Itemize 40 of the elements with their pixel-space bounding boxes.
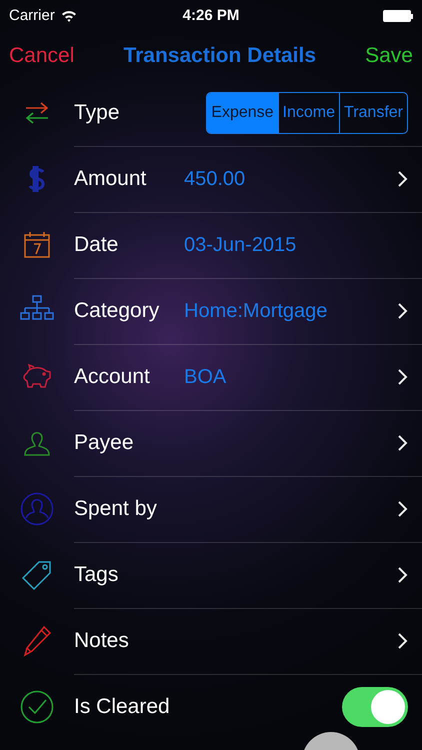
chevron-icon[interactable]: [398, 303, 408, 319]
field-value: BOA: [184, 365, 226, 390]
person-icon: [23, 429, 51, 457]
field-label: Type: [74, 100, 121, 126]
segment-tab[interactable]: Expense: [207, 93, 278, 133]
calendar-icon: [23, 231, 51, 259]
tag-icon: [21, 559, 53, 591]
chevron-icon[interactable]: [398, 435, 408, 451]
field-label: Payee: [74, 430, 135, 456]
field-value: 450.00: [184, 167, 246, 192]
person-circle-icon: [20, 492, 54, 526]
toggle-switch[interactable]: [342, 687, 408, 727]
field-value: 03-Jun-2015: [184, 233, 296, 258]
field-value: Home:Mortgage: [184, 299, 328, 324]
field-label: Spent by: [74, 496, 158, 522]
field-label: Account: [74, 364, 151, 390]
chevron-icon[interactable]: [398, 501, 408, 517]
field-label: Date: [74, 232, 120, 258]
field-label: Amount: [74, 166, 148, 192]
chevron-icon[interactable]: [398, 633, 408, 649]
checkmark-circle-icon: [20, 690, 54, 724]
field-label: Category: [74, 298, 160, 324]
field-label: Is Cleared: [74, 694, 171, 720]
segment-tab[interactable]: Income: [278, 93, 340, 133]
wifi-icon: [60, 10, 77, 22]
field-label: Tags: [74, 562, 120, 588]
cancel-button[interactable]: Cancel: [9, 40, 74, 72]
segment-tab[interactable]: Transfer: [339, 93, 407, 133]
chevron-icon[interactable]: [398, 171, 408, 187]
save-button[interactable]: Save: [365, 40, 413, 72]
status-time: 4:26 PM: [182, 6, 240, 26]
carrier-name: Carrier: [9, 6, 55, 26]
pen-icon: [22, 625, 52, 657]
arrows-icon: [24, 100, 50, 126]
field-label: Notes: [74, 628, 130, 654]
screen-title: Transaction Details: [123, 43, 316, 70]
battery-icon: [383, 10, 413, 22]
chevron-icon[interactable]: [398, 369, 408, 385]
chevron-icon[interactable]: [398, 567, 408, 583]
piggy-bank-icon: [21, 363, 53, 391]
